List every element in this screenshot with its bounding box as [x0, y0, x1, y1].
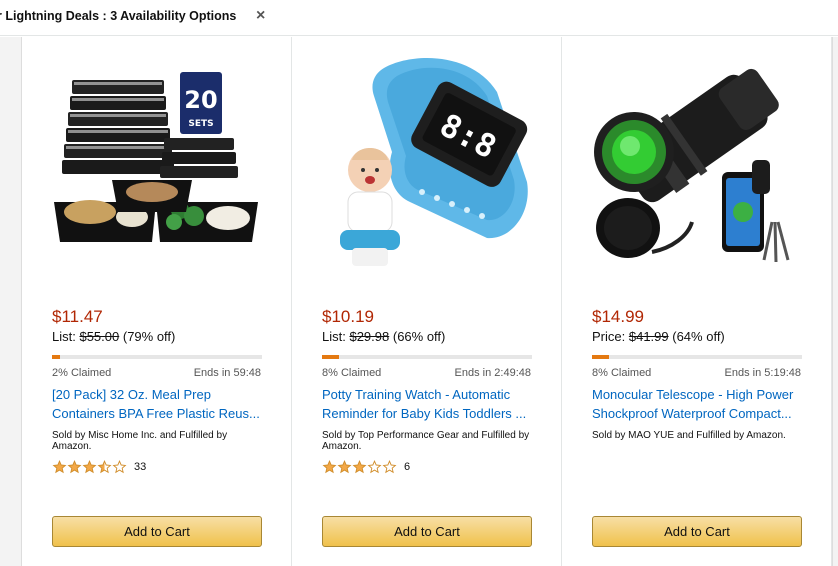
- product-title-link[interactable]: Monocular Telescope - High Power Shockpr…: [592, 385, 804, 423]
- filter-label: r Lightning Deals : 3 Availability Optio…: [0, 9, 237, 23]
- list-label: Price:: [592, 329, 626, 344]
- ends-in-text: Ends in 59:48: [193, 367, 261, 379]
- seller-info: Sold by Misc Home Inc. and Fulfilled by …: [52, 430, 228, 452]
- star-full-icon: [67, 460, 82, 474]
- deal-price: $14.99: [592, 307, 644, 326]
- badge-number: 20: [184, 86, 217, 114]
- claimed-text: 2% Claimed: [52, 367, 112, 379]
- claimed-progress-bar: [322, 355, 532, 359]
- star-full-icon: [52, 460, 67, 474]
- claimed-progress-bar: [592, 355, 802, 359]
- star-full-icon: [322, 460, 337, 474]
- add-to-cart-button[interactable]: Add to Cart: [592, 516, 802, 547]
- filter-bar: r Lightning Deals : 3 Availability Optio…: [0, 0, 838, 36]
- claimed-progress-bar: [52, 355, 262, 359]
- product-image-meal-prep[interactable]: 20 SETS: [52, 52, 262, 267]
- list-price-line: List: $55.00 (79% off): [52, 329, 175, 344]
- deal-price: $10.19: [322, 307, 374, 326]
- product-title-link[interactable]: [20 Pack] 32 Oz. Meal Prep Containers BP…: [52, 385, 264, 423]
- review-count[interactable]: 6: [404, 461, 410, 473]
- product-image-monocular[interactable]: [592, 52, 802, 267]
- ends-in-text: Ends in 2:49:48: [454, 367, 531, 379]
- list-price: $55.00: [79, 329, 120, 344]
- left-gutter: [0, 37, 22, 566]
- star-rating[interactable]: 6: [322, 460, 410, 474]
- star-full-icon: [352, 460, 367, 474]
- claimed-progress-fill: [322, 355, 339, 359]
- star-full-icon: [337, 460, 352, 474]
- star-empty-icon: [112, 460, 127, 474]
- list-label: List:: [322, 329, 346, 344]
- clear-filter-icon[interactable]: ×: [256, 7, 265, 25]
- discount: (66% off): [392, 329, 446, 344]
- add-to-cart-button[interactable]: Add to Cart: [322, 516, 532, 547]
- list-price: $41.99: [628, 329, 669, 344]
- claimed-text: 8% Claimed: [322, 367, 382, 379]
- product-image-potty-watch[interactable]: 8:8: [322, 52, 532, 267]
- seller-info: Sold by MAO YUE and Fulfilled by Amazon.: [592, 430, 786, 441]
- star-rating[interactable]: 33: [52, 460, 146, 474]
- list-label: List:: [52, 329, 76, 344]
- discount: (64% off): [672, 329, 725, 344]
- star-empty-icon: [367, 460, 382, 474]
- list-price: $29.98: [349, 329, 390, 344]
- deal-card: 8:8 $10.19 List: $29.98 (66% off) 8% Cla…: [292, 37, 562, 566]
- deal-price: $11.47: [52, 307, 103, 326]
- deal-card: 20 SETS $11.47 List: $55.00 (79% off) 2%…: [22, 37, 292, 566]
- ends-in-text: Ends in 5:19:48: [724, 367, 801, 379]
- seller-info: Sold by Top Performance Gear and Fulfill…: [322, 430, 530, 452]
- review-count[interactable]: 33: [134, 461, 146, 473]
- star-half-icon: [97, 460, 112, 474]
- list-price-line: Price: $41.99 (64% off): [592, 329, 725, 344]
- badge-label: SETS: [188, 119, 213, 129]
- claimed-progress-fill: [592, 355, 609, 359]
- add-to-cart-button[interactable]: Add to Cart: [52, 516, 262, 547]
- right-gutter: [832, 37, 838, 566]
- claimed-text: 8% Claimed: [592, 367, 652, 379]
- deal-card: $14.99 Price: $41.99 (64% off) 8% Claime…: [562, 37, 832, 566]
- claimed-progress-fill: [52, 355, 61, 359]
- star-empty-icon: [382, 460, 397, 474]
- product-title-link[interactable]: Potty Training Watch - Automatic Reminde…: [322, 385, 534, 423]
- discount: (79% off): [122, 329, 176, 344]
- star-full-icon: [82, 460, 97, 474]
- list-price-line: List: $29.98 (66% off): [322, 329, 445, 344]
